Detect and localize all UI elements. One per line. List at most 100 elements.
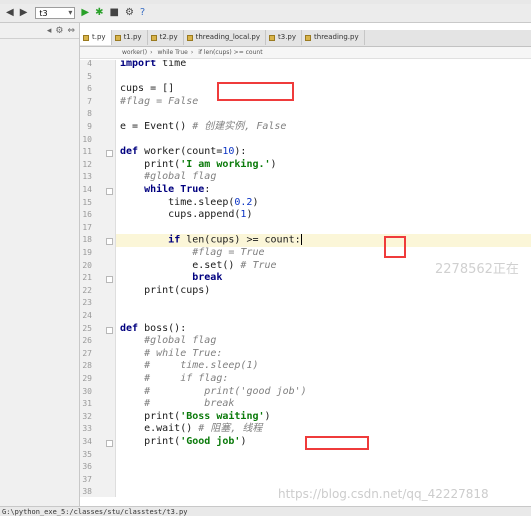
code-line[interactable] xyxy=(116,474,531,487)
watermark-url: https://blog.csdn.net/qq_42227818 xyxy=(278,487,489,501)
stop-icon[interactable]: ■ xyxy=(110,7,119,19)
code-line[interactable]: #flag = False xyxy=(116,96,531,109)
help-icon[interactable]: ? xyxy=(140,7,145,19)
line-number: 12 xyxy=(82,159,92,169)
line-number: 22 xyxy=(82,285,92,295)
code-line[interactable] xyxy=(116,222,531,235)
line-number: 15 xyxy=(82,197,92,207)
python-file-icon xyxy=(83,34,89,41)
gear-icon[interactable]: ⚙ xyxy=(55,26,63,36)
fold-marker-icon[interactable] xyxy=(106,326,113,334)
forward-arrow-icon[interactable]: ▶ xyxy=(20,7,28,19)
line-number: 8 xyxy=(87,109,92,119)
debug-icon[interactable]: ✱ xyxy=(95,7,103,19)
line-number: 4 xyxy=(87,59,92,68)
line-number: 24 xyxy=(82,311,92,320)
code-line[interactable] xyxy=(116,71,531,84)
breadcrumb-item[interactable]: while True xyxy=(157,49,187,56)
code-line[interactable]: def worker(count=10): xyxy=(116,146,531,159)
line-number: 26 xyxy=(82,336,92,346)
code-line[interactable]: cups = [] xyxy=(116,83,531,96)
run-icon[interactable]: ▶ xyxy=(81,7,89,19)
back-arrow-icon[interactable]: ◀ xyxy=(6,7,14,19)
line-number: 19 xyxy=(82,248,92,257)
code-line[interactable]: # if flag: xyxy=(116,373,531,386)
collapse-icon[interactable]: ⇔ xyxy=(67,26,75,36)
tab-label: t1.py xyxy=(123,33,142,41)
code-line[interactable] xyxy=(116,310,531,323)
breadcrumb-item[interactable]: worker() xyxy=(122,49,147,56)
watermark-side: 2278562正在 xyxy=(435,262,519,277)
line-number: 11 xyxy=(82,147,92,157)
hide-icon[interactable]: ◂ xyxy=(47,26,52,36)
tab-t1-py[interactable]: t1.py xyxy=(111,30,148,45)
tab-threading-local-py[interactable]: threading_local.py xyxy=(183,30,266,45)
code-line[interactable]: cups.append(1) xyxy=(116,209,531,222)
code-line[interactable]: #global flag xyxy=(116,171,531,184)
code-line[interactable] xyxy=(116,108,531,121)
code-line[interactable]: time.sleep(0.2) xyxy=(116,197,531,210)
fold-marker-icon[interactable] xyxy=(106,238,113,246)
code-line[interactable]: #global flag xyxy=(116,335,531,348)
line-number: 9 xyxy=(87,122,92,131)
run-config-select[interactable]: t3 xyxy=(35,7,76,19)
annotation-box xyxy=(384,236,406,258)
code-line[interactable]: print('Boss waiting') xyxy=(116,411,531,424)
python-file-icon xyxy=(269,34,275,41)
python-file-icon xyxy=(186,34,193,41)
code-line[interactable] xyxy=(116,134,531,147)
code-line[interactable]: print('I am working.') xyxy=(116,159,531,172)
tab-label: t2.py xyxy=(159,33,178,41)
code-line[interactable] xyxy=(116,461,531,474)
line-number: 7 xyxy=(87,96,92,106)
line-number: 20 xyxy=(82,260,92,270)
fold-marker-icon[interactable] xyxy=(106,150,113,158)
line-number: 16 xyxy=(82,210,92,220)
line-number: 35 xyxy=(82,449,92,459)
line-number: 5 xyxy=(87,71,92,81)
tab-label: threading.py xyxy=(314,33,359,41)
breadcrumb: worker() › while True › if len(cups) >= co… xyxy=(80,47,531,59)
code-line[interactable]: # time.sleep(1) xyxy=(116,360,531,373)
line-number: 29 xyxy=(82,374,92,383)
code-line[interactable]: # break xyxy=(116,398,531,411)
line-number: 6 xyxy=(87,84,92,94)
fold-marker-icon[interactable] xyxy=(106,276,113,284)
tab-t-py[interactable]: t.py xyxy=(80,30,112,45)
code-line[interactable]: # print('good job') xyxy=(116,386,531,399)
tab-label: t.py xyxy=(92,33,106,41)
line-number: 32 xyxy=(82,411,92,421)
code-line[interactable]: import time xyxy=(116,60,531,71)
settings-icon[interactable]: ⚙ xyxy=(125,7,134,19)
line-number: 37 xyxy=(82,474,92,484)
code-line[interactable]: if len(cups) >= count: xyxy=(116,234,531,247)
project-panel-header: ◂ ⚙ ⇔ xyxy=(0,23,79,39)
code-line[interactable] xyxy=(116,297,531,310)
code-editor[interactable]: import time cups = [] #flag = False e = Eve… xyxy=(116,60,531,497)
tab-t3-py[interactable]: t3.py xyxy=(266,30,303,45)
line-number: 13 xyxy=(82,172,92,182)
line-number: 25 xyxy=(82,323,92,333)
code-line[interactable]: e.wait() # 阻塞, 线程 xyxy=(116,423,531,436)
breadcrumb-item[interactable]: if len(cups) >= count xyxy=(198,49,262,56)
tab-threading-py[interactable]: threading.py xyxy=(302,30,365,45)
editor-tab-bar: t.py t1.py t2.py threading_local.py t3.p… xyxy=(80,30,531,47)
code-line[interactable]: while True: xyxy=(116,184,531,197)
tab-t2-py[interactable]: t2.py xyxy=(147,30,184,45)
line-number: 33 xyxy=(82,424,92,434)
line-number: 34 xyxy=(82,437,92,446)
tab-label: t3.py xyxy=(278,33,297,41)
line-number: 10 xyxy=(82,134,92,144)
line-number: 31 xyxy=(82,399,92,409)
code-line[interactable]: e = Event() # 创建实例, False xyxy=(116,121,531,134)
annotation-box xyxy=(217,82,294,101)
line-number: 17 xyxy=(82,222,92,232)
breadcrumb-separator: › xyxy=(190,49,194,56)
code-line[interactable]: # while True: xyxy=(116,348,531,361)
code-line[interactable] xyxy=(116,449,531,462)
code-line[interactable]: print(cups) xyxy=(116,285,531,298)
fold-marker-icon[interactable] xyxy=(106,188,113,195)
code-line[interactable]: def boss(): xyxy=(116,323,531,336)
project-panel: ◂ ⚙ ⇔ xyxy=(0,23,80,506)
fold-marker-icon[interactable] xyxy=(106,440,113,447)
